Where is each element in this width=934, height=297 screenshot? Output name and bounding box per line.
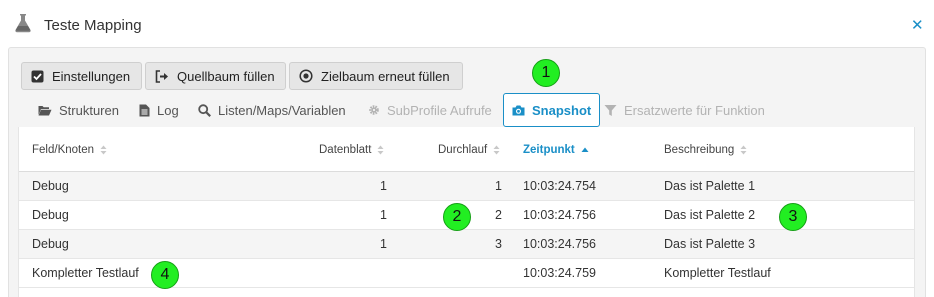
cell-datenblatt: 1 (380, 208, 387, 222)
column-header-label: Zeitpunkt (523, 144, 575, 156)
cell-datenblatt: 1 (380, 179, 387, 193)
cell-datenblatt: 1 (380, 237, 387, 251)
column-header-zeitpunkt[interactable]: Zeitpunkt (523, 144, 589, 156)
cell-zeitpunkt: 10:03:24.756 (523, 237, 596, 251)
cell-durchlauf: 3 (495, 237, 502, 251)
tab-log[interactable]: Log (139, 93, 179, 127)
sort-icon (740, 145, 747, 155)
tab-strukturen-label: Strukturen (59, 102, 119, 118)
tab-snapshot-label: Snapshot (532, 102, 592, 118)
cell-beschreibung: Das ist Palette 2 (664, 208, 756, 222)
cell-durchlauf: 2 (495, 208, 502, 222)
sign-out-icon (155, 69, 168, 83)
column-header-beschreibung[interactable]: Beschreibung (664, 144, 747, 156)
tab-listen-label: Listen/Maps/Variablen (218, 102, 346, 118)
annotation-marker-3: 3 (779, 203, 807, 231)
cell-feld: Debug (32, 179, 69, 193)
cell-beschreibung: Kompletter Testlauf (664, 266, 771, 280)
column-header-label: Beschreibung (664, 144, 735, 156)
column-header-label: Feld/Knoten (32, 144, 95, 156)
einstellungen-label: Einstellungen (52, 68, 131, 84)
sort-icon (377, 145, 384, 155)
column-header-durchlauf[interactable]: Durchlauf (438, 144, 500, 156)
tab-snapshot[interactable]: Snapshot (503, 93, 601, 127)
close-icon[interactable]: ✕ (911, 16, 924, 34)
zielbaum-fuellen-button[interactable]: Zielbaum erneut füllen (289, 62, 463, 90)
window-titlebar: Teste Mapping ✕ (0, 0, 934, 50)
file-icon (139, 104, 150, 116)
sort-icon (100, 145, 107, 155)
cell-zeitpunkt: 10:03:24.754 (523, 179, 596, 193)
table-row[interactable]: Debug 1 1 10:03:24.754 Das ist Palette 1 (19, 172, 914, 201)
zielbaum-fuellen-label: Zielbaum erneut füllen (321, 68, 450, 84)
tab-listen-maps-variablen[interactable]: Listen/Maps/Variablen (198, 93, 346, 127)
tab-subprofile-label: SubProfile Aufrufe (387, 102, 492, 118)
tab-strukturen[interactable]: Strukturen (38, 93, 119, 127)
tab-ersatzwerte: Ersatzwerte für Funktion (604, 93, 765, 127)
dot-circle-icon (299, 69, 313, 83)
cell-beschreibung: Das ist Palette 1 (664, 179, 756, 193)
filter-icon (604, 104, 617, 116)
table-header: Feld/Knoten Datenblatt Durchlauf Zeitpun… (19, 127, 914, 172)
cell-feld: Debug (32, 237, 69, 251)
cell-zeitpunkt: 10:03:24.759 (523, 266, 596, 280)
column-header-feld[interactable]: Feld/Knoten (32, 144, 107, 156)
column-header-label: Datenblatt (319, 144, 372, 156)
cell-feld: Debug (32, 208, 69, 222)
camera-icon (512, 105, 525, 115)
column-header-label: Durchlauf (438, 144, 488, 156)
annotation-marker-1: 1 (532, 59, 560, 87)
column-header-datenblatt[interactable]: Datenblatt (319, 144, 384, 156)
cell-durchlauf: 1 (495, 179, 502, 193)
checkbox-icon (31, 70, 44, 82)
gear-icon (369, 105, 379, 115)
window-title: Teste Mapping (44, 17, 142, 34)
cell-zeitpunkt: 10:03:24.756 (523, 208, 596, 222)
search-icon (198, 103, 211, 117)
sort-icon (493, 145, 500, 155)
sort-asc-icon (581, 147, 589, 152)
cell-feld: Kompletter Testlauf (32, 266, 139, 280)
folder-open-icon (38, 105, 52, 115)
quellbaum-fuellen-button[interactable]: Quellbaum füllen (145, 62, 286, 90)
einstellungen-button[interactable]: Einstellungen (21, 62, 142, 90)
tab-log-label: Log (157, 102, 179, 118)
flask-icon (15, 14, 31, 33)
annotation-marker-2: 2 (443, 203, 471, 231)
tab-subprofile-aufrufe: SubProfile Aufrufe (368, 93, 492, 127)
tab-ersatzwerte-label: Ersatzwerte für Funktion (624, 102, 765, 118)
quellbaum-fuellen-label: Quellbaum füllen (177, 68, 275, 84)
cell-beschreibung: Das ist Palette 3 (664, 237, 756, 251)
table-row[interactable]: Debug 1 3 10:03:24.756 Das ist Palette 3 (19, 230, 914, 259)
annotation-marker-4: 4 (151, 261, 179, 289)
